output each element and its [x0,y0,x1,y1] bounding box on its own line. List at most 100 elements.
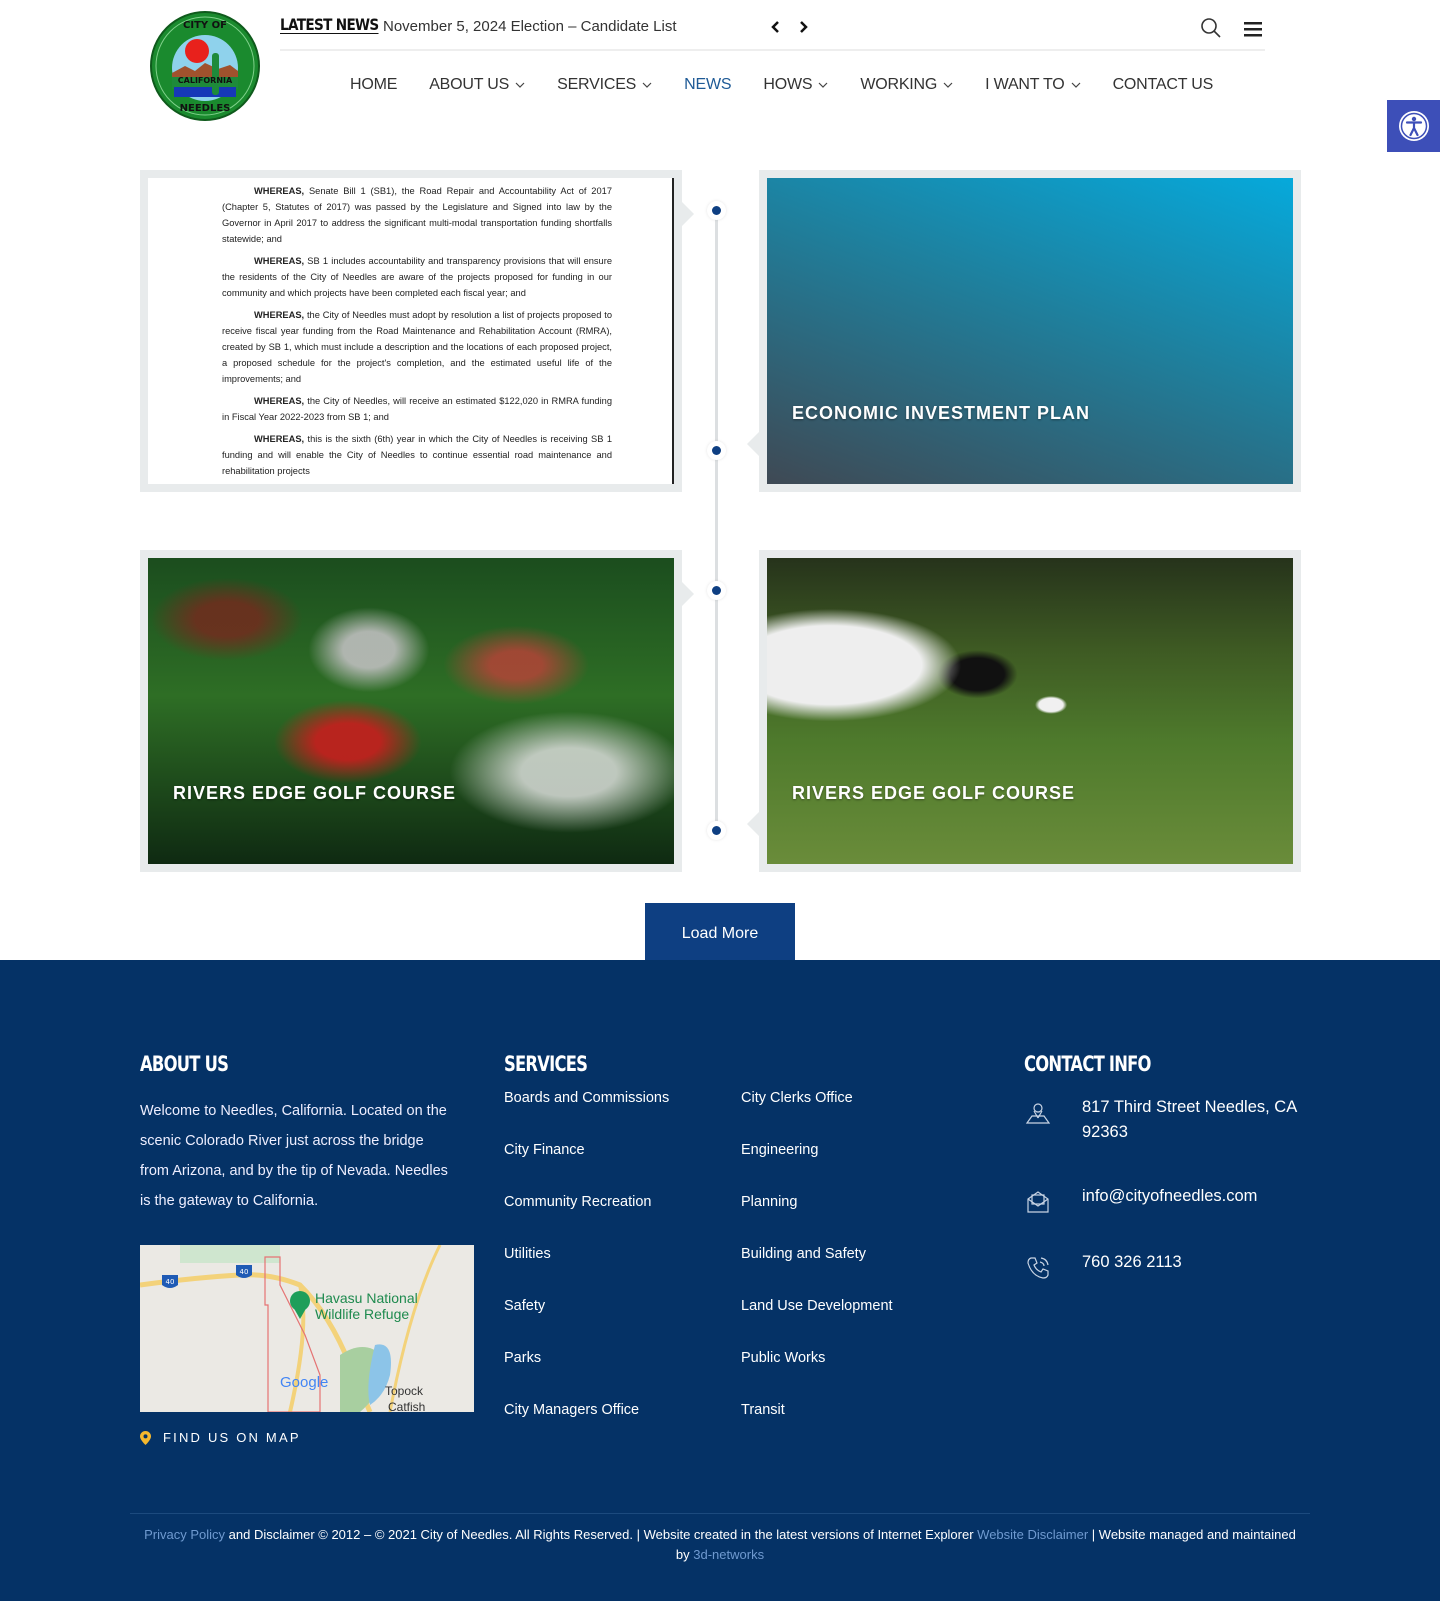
golf-putt-image: RIVERS EDGE GOLF COURSE [767,558,1293,864]
news-card-rivers-edge-golf-1[interactable]: RIVERS EDGE GOLF COURSE [140,550,694,872]
hamburger-menu-icon[interactable] [1243,20,1263,38]
nav-item-home[interactable]: HOME [350,76,397,94]
latest-news-ticker: LATEST NEWS November 5, 2024 Election – … [280,0,1265,51]
card-title[interactable]: RIVERS EDGE GOLF COURSE [792,783,1075,804]
chevron-down-icon [515,82,525,88]
contact-phone: 760 326 2113 [1024,1250,1312,1282]
svg-text:40: 40 [240,1268,249,1276]
nav-item-label: CONTACT US [1112,76,1214,93]
service-link[interactable]: Land Use Development [741,1298,893,1350]
service-link[interactable]: Public Works [741,1350,893,1402]
nav-item-about-us[interactable]: ABOUT US [429,76,525,94]
timeline-dot [707,441,726,460]
service-link[interactable]: Utilities [504,1246,669,1298]
privacy-policy-link[interactable]: Privacy Policy [144,1527,225,1542]
footer-services-heading: SERVICES [504,1052,588,1076]
nav-item-services[interactable]: SERVICES [557,76,652,94]
doc-paragraph: WHEREAS, SB 1 includes accountability an… [222,256,612,298]
service-link[interactable]: Planning [741,1194,893,1246]
contact-address: 817 Third Street Needles, CA 92363 [1024,1095,1312,1145]
accessibility-icon [1398,111,1429,141]
google-logo: Google [280,1374,328,1391]
timeline-dot [707,201,726,220]
nav-item-label: HOWS [763,76,813,93]
nav-item-label: WORKING [860,76,938,93]
email-link[interactable]: info@cityofneedles.com [1082,1184,1312,1209]
timeline-line [715,208,718,828]
latest-news-label: LATEST NEWS [280,15,379,34]
3d-networks-link[interactable]: 3d-networks [693,1547,764,1562]
map-pin-icon [140,1430,151,1445]
golf-bag-image: RIVERS EDGE GOLF COURSE [148,558,674,864]
website-disclaimer-link[interactable]: Website Disclaimer [977,1527,1088,1542]
nav-item-label: HOME [350,76,398,93]
nav-item-label: SERVICES [557,76,637,93]
svg-text:CITY OF: CITY OF [183,20,227,31]
services-list-col2: City Clerks Office Engineering Planning … [741,1090,893,1454]
card-title[interactable]: ECONOMIC INVESTMENT PLAN [792,403,1090,424]
svg-text:NEEDLES: NEEDLES [180,103,231,114]
chevron-down-icon [642,82,652,88]
email-icon [1027,1191,1049,1213]
doc-paragraph: WHEREAS, Senate Bill 1 (SB1), the Road R… [222,186,612,244]
nav-item-label: ABOUT US [429,76,510,93]
nav-item-working[interactable]: WORKING [860,76,953,94]
service-link[interactable]: Boards and Commissions [504,1090,669,1142]
nav-item-label: I WANT TO [985,76,1065,93]
nav-item-i-want-to[interactable]: I WANT TO [985,76,1080,94]
contact-email: info@cityofneedles.com [1024,1184,1312,1216]
service-link[interactable]: City Managers Office [504,1402,669,1454]
svg-text:Catfish: Catfish [388,1400,425,1412]
phone-icon [1027,1257,1049,1279]
site-footer: ABOUT US Welcome to Needles, California.… [0,960,1440,1601]
location-map[interactable]: 40 40 Havasu National Wildlife Refuge Go… [140,1245,474,1412]
svg-text:Wildlife Refuge: Wildlife Refuge [315,1306,409,1322]
svg-text:CALIFORNIA: CALIFORNIA [178,76,233,85]
load-more-button[interactable]: Load More [645,903,795,965]
svg-text:40: 40 [166,1278,175,1286]
service-link[interactable]: Community Recreation [504,1194,669,1246]
services-list-col1: Boards and Commissions City Finance Comm… [504,1090,669,1454]
find-us-on-map-link[interactable]: FIND US ON MAP [140,1430,301,1445]
news-timeline: WHEREAS, Senate Bill 1 (SB1), the Road R… [0,150,1440,965]
nav-item-label: NEWS [684,76,732,93]
chevron-down-icon [943,82,953,88]
timeline-dot [707,581,726,600]
service-link[interactable]: Engineering [741,1142,893,1194]
news-card-rivers-edge-golf-2[interactable]: RIVERS EDGE GOLF COURSE [747,550,1301,872]
footer-contact-heading: CONTACT INFO [1024,1052,1151,1076]
card-pointer [682,582,694,606]
ticker-next-icon[interactable] [795,17,811,37]
card-pointer [747,812,759,836]
doc-paragraph: WHEREAS, the City of Needles must adopt … [222,310,612,384]
phone-text[interactable]: 760 326 2113 [1082,1250,1312,1275]
latest-news-headline[interactable]: November 5, 2024 Election – Candidate Li… [383,18,677,35]
card-image: ECONOMIC INVESTMENT PLAN [767,178,1293,484]
timeline-dot [707,821,726,840]
card-title[interactable]: RIVERS EDGE GOLF COURSE [173,783,456,804]
svg-text:Topock: Topock [385,1384,424,1398]
news-card-economic-investment-plan[interactable]: ECONOMIC INVESTMENT PLAN [747,170,1301,492]
search-icon[interactable] [1200,17,1222,39]
copyright-text: and Disclaimer © 2012 – © 2021 City of N… [225,1527,978,1542]
accessibility-button[interactable] [1387,100,1440,152]
main-nav: HOME ABOUT US SERVICES NEWS HOWS WORKING… [350,76,1245,94]
nav-item-hows[interactable]: HOWS [763,76,828,94]
service-link[interactable]: Safety [504,1298,669,1350]
service-link[interactable]: Building and Safety [741,1246,893,1298]
news-card-resolution[interactable]: WHEREAS, Senate Bill 1 (SB1), the Road R… [140,170,694,492]
nav-item-contact-us[interactable]: CONTACT US [1113,76,1214,94]
address-text: 817 Third Street Needles, CA 92363 [1082,1098,1297,1141]
find-us-on-map-label: FIND US ON MAP [163,1430,301,1445]
ticker-prev-icon[interactable] [768,17,784,37]
nav-item-news[interactable]: NEWS [684,76,731,94]
service-link[interactable]: City Finance [504,1142,669,1194]
card-pointer [682,202,694,226]
service-link[interactable]: Transit [741,1402,893,1454]
service-link[interactable]: City Clerks Office [741,1090,893,1142]
city-seal-logo[interactable]: CALIFORNIA CITY OF NEEDLES [150,11,260,121]
chevron-down-icon [1071,82,1080,88]
service-link[interactable]: Parks [504,1350,669,1402]
site-header: CALIFORNIA CITY OF NEEDLES LATEST NEWS N… [0,0,1440,152]
doc-paragraph: WHEREAS, this is the sixth (6th) year in… [222,434,612,476]
